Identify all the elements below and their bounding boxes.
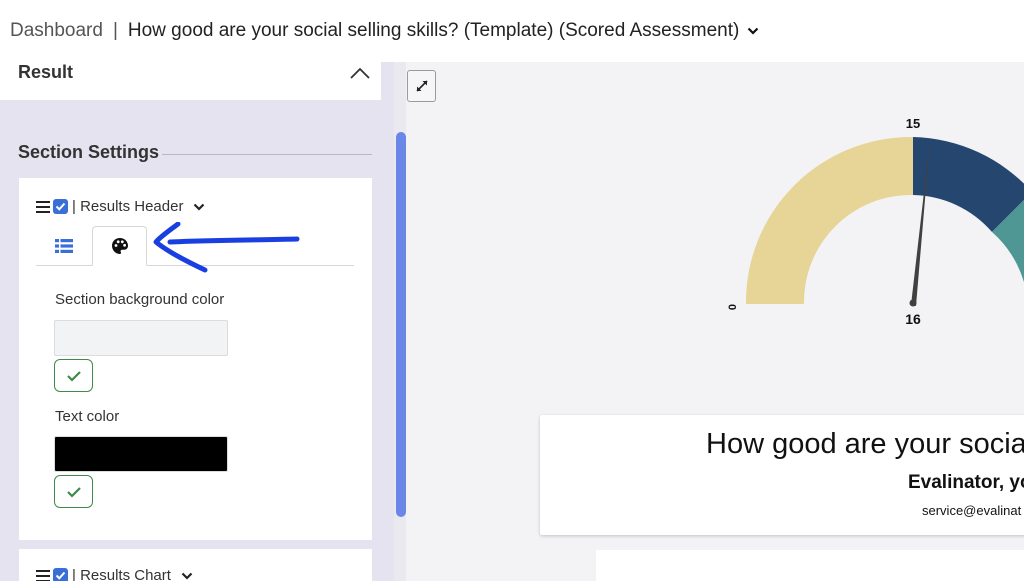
- palette-icon: [111, 238, 128, 254]
- top-bar: Dashboard | How good are your social sel…: [0, 0, 1024, 62]
- chevron-down-icon[interactable]: [747, 25, 759, 37]
- chevron-down-icon[interactable]: [193, 201, 205, 213]
- results-header-checkbox[interactable]: [53, 199, 68, 214]
- preview-subtitle: Evalinator, yo: [908, 472, 1024, 493]
- breadcrumb: Dashboard | How good are your social sel…: [10, 20, 759, 42]
- results-chart-checkbox[interactable]: [53, 568, 68, 581]
- results-chart-row: | Results Chart: [36, 567, 193, 581]
- chevron-down-icon[interactable]: [181, 570, 193, 581]
- gauge-segment-low: [745, 136, 913, 304]
- gauge-top-label: 15: [906, 116, 920, 131]
- gauge-value-label: 16: [905, 311, 921, 327]
- text-color-label: Text color: [55, 408, 120, 425]
- section-settings-title: Section Settings: [18, 142, 160, 162]
- gauge-needle-pivot: [909, 299, 917, 307]
- results-chart-label: | Results Chart: [72, 567, 171, 581]
- result-title: Result: [18, 62, 74, 82]
- drag-handle-icon[interactable]: [36, 200, 50, 213]
- list-icon: [55, 239, 73, 253]
- results-header-card: | Results Header Section background colo…: [19, 178, 372, 540]
- check-icon: [66, 370, 81, 382]
- results-header-label: | Results Header: [72, 198, 184, 215]
- preview-email: service@evalinat: [922, 503, 1022, 518]
- confirm-text-color-button[interactable]: [54, 475, 93, 508]
- results-chart-preview: [596, 550, 1024, 581]
- results-chart-card: | Results Chart: [19, 549, 372, 581]
- settings-panel: Result Section Settings | Results Header: [0, 62, 394, 581]
- text-color-picker[interactable]: [54, 436, 228, 472]
- drag-handle-icon[interactable]: [36, 569, 50, 581]
- page-title: How good are your social selling skills?…: [127, 20, 740, 41]
- gauge-min-label: 0: [727, 304, 739, 310]
- results-header-preview: How good are your socia Evalinator, yo s…: [540, 415, 1024, 535]
- check-icon: [66, 486, 81, 498]
- breadcrumb-dashboard-link[interactable]: Dashboard: [10, 20, 103, 42]
- check-icon: [55, 571, 66, 580]
- results-header-row: | Results Header: [36, 198, 205, 215]
- breadcrumb-separator: |: [112, 20, 118, 41]
- tab-content[interactable]: [46, 226, 82, 266]
- bg-color-picker[interactable]: [54, 320, 228, 356]
- check-icon: [55, 202, 66, 211]
- divider: [162, 154, 372, 155]
- scrollbar-thumb[interactable]: [396, 132, 406, 517]
- result-header: Result: [0, 62, 381, 100]
- confirm-bg-color-button[interactable]: [54, 359, 93, 392]
- gauge-chart: 15 16 0: [727, 116, 1024, 327]
- preview-title: How good are your socia: [706, 428, 1024, 460]
- bg-color-label: Section background color: [55, 291, 225, 308]
- chevron-up-icon[interactable]: [348, 64, 372, 82]
- results-header-tabs: [36, 226, 354, 266]
- preview-area: 15 16 0 How good are your socia Evalinat…: [406, 62, 1024, 581]
- tab-style[interactable]: [92, 226, 147, 266]
